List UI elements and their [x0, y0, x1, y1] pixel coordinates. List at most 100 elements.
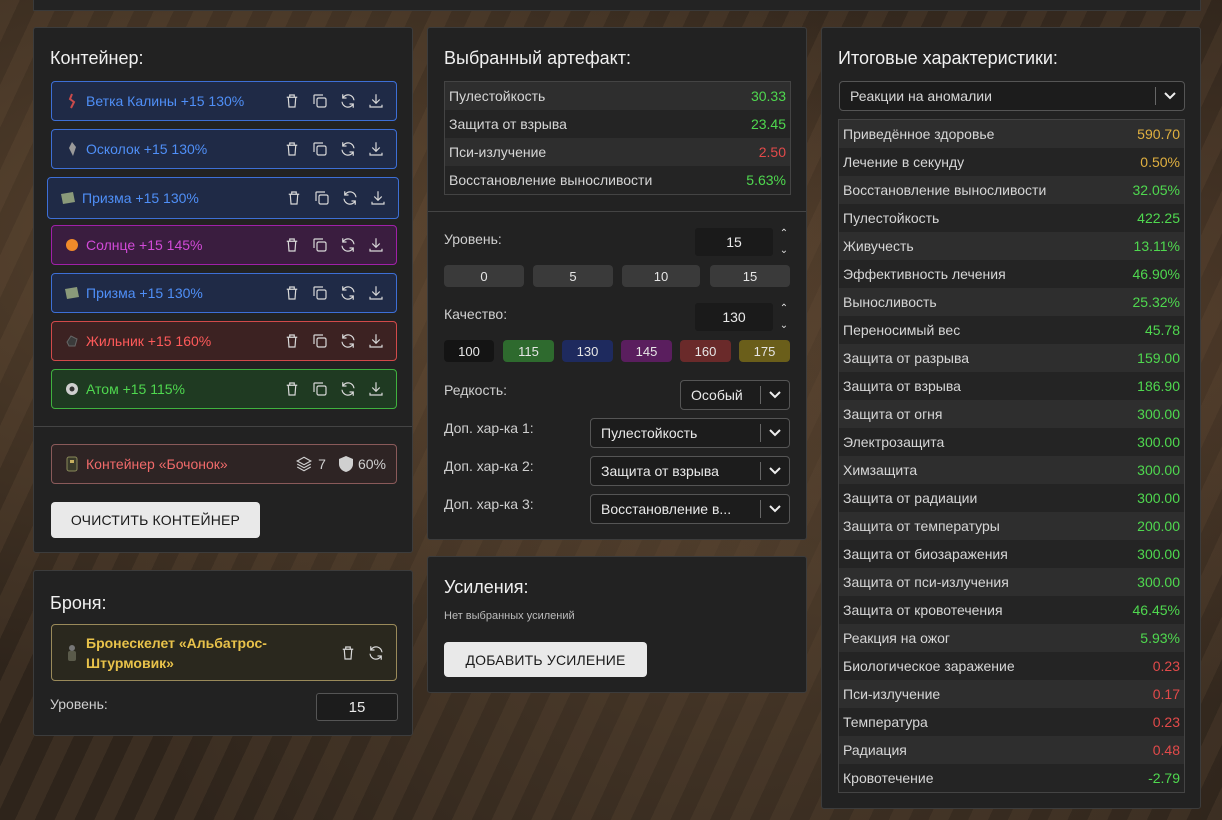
download-icon[interactable] — [366, 235, 386, 255]
total-label: Защита от огня — [843, 406, 943, 422]
table-row: Химзащита 300.00 — [839, 456, 1184, 484]
chevron-down-icon[interactable]: ⌄ — [780, 245, 788, 256]
rarity-value: Особый — [691, 387, 743, 403]
total-label: Защита от разрыва — [843, 350, 970, 366]
swap-icon[interactable] — [340, 188, 360, 208]
prism-icon — [64, 285, 80, 301]
swap-icon[interactable] — [338, 139, 358, 159]
container-item[interactable]: Осколок +15 130% — [51, 129, 397, 169]
table-row: Защита от взрыва 23.45 — [445, 110, 790, 138]
level-preset[interactable]: 15 — [710, 265, 790, 287]
download-icon[interactable] — [366, 139, 386, 159]
container-item[interactable]: Жильник +15 160% — [51, 321, 397, 361]
delete-icon[interactable] — [338, 643, 358, 663]
stat-value: 2.50 — [758, 144, 786, 160]
delete-icon[interactable] — [282, 331, 302, 351]
level-stepper[interactable]: ⌃ ⌄ — [778, 228, 790, 256]
stat-value: 23.45 — [750, 116, 786, 132]
total-label: Выносливость — [843, 294, 937, 310]
add-boost-button[interactable]: ДОБАВИТЬ УСИЛЕНИЕ — [444, 642, 647, 677]
swap-icon[interactable] — [338, 331, 358, 351]
quality-preset[interactable]: 145 — [621, 340, 672, 362]
total-value: 45.78 — [1144, 322, 1180, 338]
level-preset[interactable]: 5 — [533, 265, 613, 287]
totals-filter-select[interactable]: Реакции на аномалии — [839, 81, 1185, 111]
chevron-down-icon[interactable]: ⌄ — [780, 320, 788, 331]
quality-preset[interactable]: 130 — [562, 340, 613, 362]
stat-value: 30.33 — [750, 88, 786, 104]
table-row: Радиация 0.48 — [839, 736, 1184, 764]
level-preset[interactable]: 0 — [444, 265, 524, 287]
chevron-down-icon — [761, 429, 789, 437]
copy-icon[interactable] — [310, 331, 330, 351]
chevron-down-icon — [1156, 92, 1184, 100]
total-value: 0.48 — [1152, 742, 1180, 758]
container-item-label: Солнце +15 145% — [86, 237, 203, 253]
level-input[interactable]: 15 — [695, 228, 773, 256]
extra2-select[interactable]: Защита от взрыва — [590, 456, 790, 486]
extra3-label: Доп. хар-ка 3: — [444, 496, 534, 512]
download-icon[interactable] — [368, 188, 388, 208]
container-item[interactable]: Солнце +15 145% — [51, 225, 397, 265]
container-item[interactable]: Призма +15 130% — [51, 273, 397, 313]
container-box[interactable]: Контейнер «Бочонок» 7 60% — [51, 444, 397, 484]
armor-item[interactable]: Бронескелет «Альбатрос-Штурмовик» — [51, 624, 397, 681]
quality-preset[interactable]: 115 — [503, 340, 554, 362]
quality-preset[interactable]: 175 — [739, 340, 790, 362]
delete-icon[interactable] — [282, 283, 302, 303]
total-value: 300.00 — [1137, 574, 1180, 590]
quality-preset[interactable]: 100 — [444, 340, 494, 362]
container-item[interactable]: Ветка Калины +15 130% — [51, 81, 397, 121]
total-value: 300.00 — [1137, 546, 1180, 562]
delete-icon[interactable] — [282, 139, 302, 159]
copy-icon[interactable] — [310, 139, 330, 159]
total-label: Химзащита — [843, 462, 918, 478]
table-row: Пулестойкость 30.33 — [445, 82, 790, 110]
total-value: 422.25 — [1137, 210, 1180, 226]
copy-icon[interactable] — [310, 379, 330, 399]
container-item[interactable]: Атом +15 115% — [51, 369, 397, 409]
barrel-icon — [64, 456, 80, 472]
level-preset[interactable]: 10 — [622, 265, 700, 287]
copy-icon[interactable] — [310, 91, 330, 111]
total-value: 200.00 — [1137, 518, 1180, 534]
total-value: 13.11% — [1133, 238, 1180, 254]
chevron-down-icon — [761, 467, 789, 475]
armor-level-input[interactable]: 15 — [316, 693, 398, 721]
quality-stepper[interactable]: ⌃ ⌄ — [778, 303, 790, 331]
container-item[interactable]: Призма +15 130% — [47, 177, 399, 219]
download-icon[interactable] — [366, 283, 386, 303]
table-row: Защита от разрыва 159.00 — [839, 344, 1184, 372]
download-icon[interactable] — [366, 379, 386, 399]
extra3-select[interactable]: Восстановление в... — [590, 494, 790, 524]
rarity-select[interactable]: Особый — [680, 380, 790, 410]
swap-icon[interactable] — [338, 235, 358, 255]
swap-icon[interactable] — [338, 379, 358, 399]
quality-preset[interactable]: 160 — [680, 340, 731, 362]
total-label: Пулестойкость — [843, 210, 940, 226]
swap-icon[interactable] — [366, 643, 386, 663]
download-icon[interactable] — [366, 331, 386, 351]
copy-icon[interactable] — [310, 283, 330, 303]
table-row: Выносливость 25.32% — [839, 288, 1184, 316]
copy-icon[interactable] — [310, 235, 330, 255]
total-label: Защита от пси-излучения — [843, 574, 1009, 590]
chevron-up-icon[interactable]: ⌃ — [780, 228, 788, 239]
shield-icon — [338, 455, 354, 473]
quality-input[interactable]: 130 — [695, 303, 773, 331]
swap-icon[interactable] — [338, 283, 358, 303]
delete-icon[interactable] — [284, 188, 304, 208]
swap-icon[interactable] — [338, 91, 358, 111]
container-item-label: Осколок +15 130% — [86, 141, 208, 157]
delete-icon[interactable] — [282, 235, 302, 255]
delete-icon[interactable] — [282, 379, 302, 399]
clear-container-button[interactable]: ОЧИСТИТЬ КОНТЕЙНЕР — [51, 502, 260, 538]
copy-icon[interactable] — [312, 188, 332, 208]
rarity-label: Редкость: — [444, 382, 508, 398]
total-value: 186.90 — [1137, 378, 1180, 394]
extra1-select[interactable]: Пулестойкость — [590, 418, 790, 448]
delete-icon[interactable] — [282, 91, 302, 111]
chevron-up-icon[interactable]: ⌃ — [780, 303, 788, 314]
totals-filter-value: Реакции на аномалии — [850, 88, 992, 104]
download-icon[interactable] — [366, 91, 386, 111]
